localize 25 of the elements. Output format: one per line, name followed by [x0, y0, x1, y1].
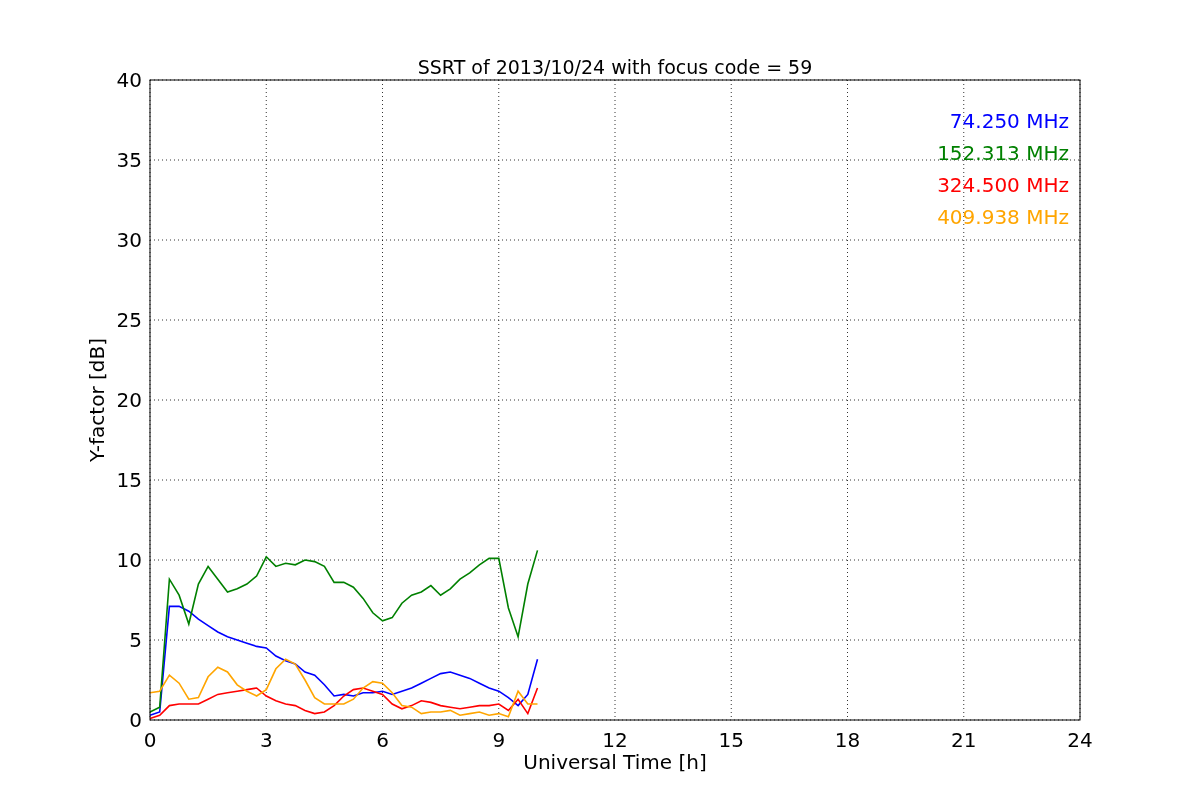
tick-label: 20	[116, 388, 142, 412]
tick-label: 15	[116, 468, 142, 492]
tick-label: 12	[602, 728, 628, 752]
legend-label: 409.938 MHz	[937, 205, 1069, 229]
tick-label: 0	[143, 728, 157, 752]
legend-label: 74.250 MHz	[949, 109, 1069, 133]
tick-label: 5	[129, 628, 142, 652]
tick-label: 15	[718, 728, 744, 752]
axis-label: Universal Time [h]	[523, 750, 707, 774]
axis-label: Y-factor [dB]	[85, 338, 109, 462]
chart-title: SSRT of 2013/10/24 with focus code = 59	[417, 56, 813, 78]
tick-label: 10	[116, 548, 142, 572]
tick-label: 35	[116, 148, 142, 172]
tick-label: 24	[1067, 728, 1093, 752]
tick-label: 40	[116, 68, 142, 92]
tick-label: 0	[129, 708, 142, 732]
tick-label: 30	[116, 228, 142, 252]
tick-label: 25	[116, 308, 142, 332]
legend-label: 324.500 MHz	[937, 173, 1069, 197]
tick-label: 9	[492, 728, 506, 752]
tick-label: 18	[834, 728, 861, 752]
tick-label: 3	[259, 728, 273, 752]
tick-label: 6	[376, 728, 389, 752]
legend-label: 152.313 MHz	[937, 141, 1069, 165]
tick-label: 21	[951, 728, 977, 752]
